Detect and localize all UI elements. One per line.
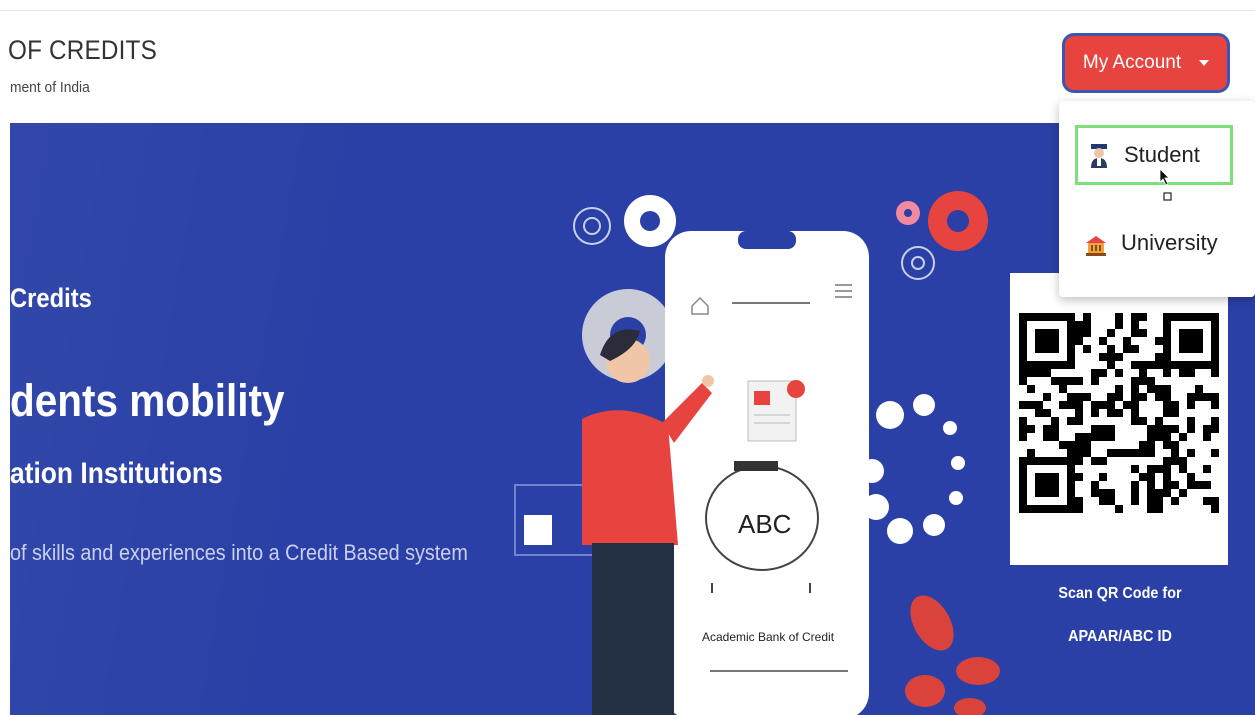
my-account-button[interactable]: My Account [1062,33,1230,93]
white-gear-icon [624,195,676,247]
leaves-illustration [905,595,1000,715]
dropdown-item-student[interactable]: Student [1075,125,1233,185]
qr-caption-line2: APAAR/ABC ID [1068,628,1172,645]
loading-dots [860,394,965,544]
university-icon [1086,236,1106,256]
qr-finder-pattern [1035,329,1059,353]
my-account-label: My Account [1082,52,1182,73]
account-dropdown-menu: Student University [1059,101,1255,297]
dropdown-item-label: University [1121,230,1218,255]
piggy-label: ABC [738,509,791,539]
dropdown-item-university[interactable]: University [1075,213,1233,273]
dropdown-item-label: Student [1124,142,1200,167]
mouse-cursor-icon [1159,168,1172,201]
red-gear-icon [928,191,988,251]
caret-down-icon [1199,60,1210,66]
phone-caption: Academic Bank of Credit [702,630,835,644]
site-subtitle: ment of India [10,79,90,96]
qr-finder-pattern [1179,329,1203,353]
qr-code [1010,273,1228,565]
qr-caption-line1: Scan QR Code for [1058,585,1182,602]
top-bar [0,0,1255,11]
outline-gear-icon-2 [901,246,935,280]
qr-finder-pattern [1035,473,1059,497]
site-title: OF CREDITS [8,35,157,65]
pink-gear-icon [896,201,920,225]
outline-gear-icon [573,207,611,245]
card-square [524,515,552,545]
qr-code-image [1019,313,1219,513]
student-icon [1091,144,1107,168]
